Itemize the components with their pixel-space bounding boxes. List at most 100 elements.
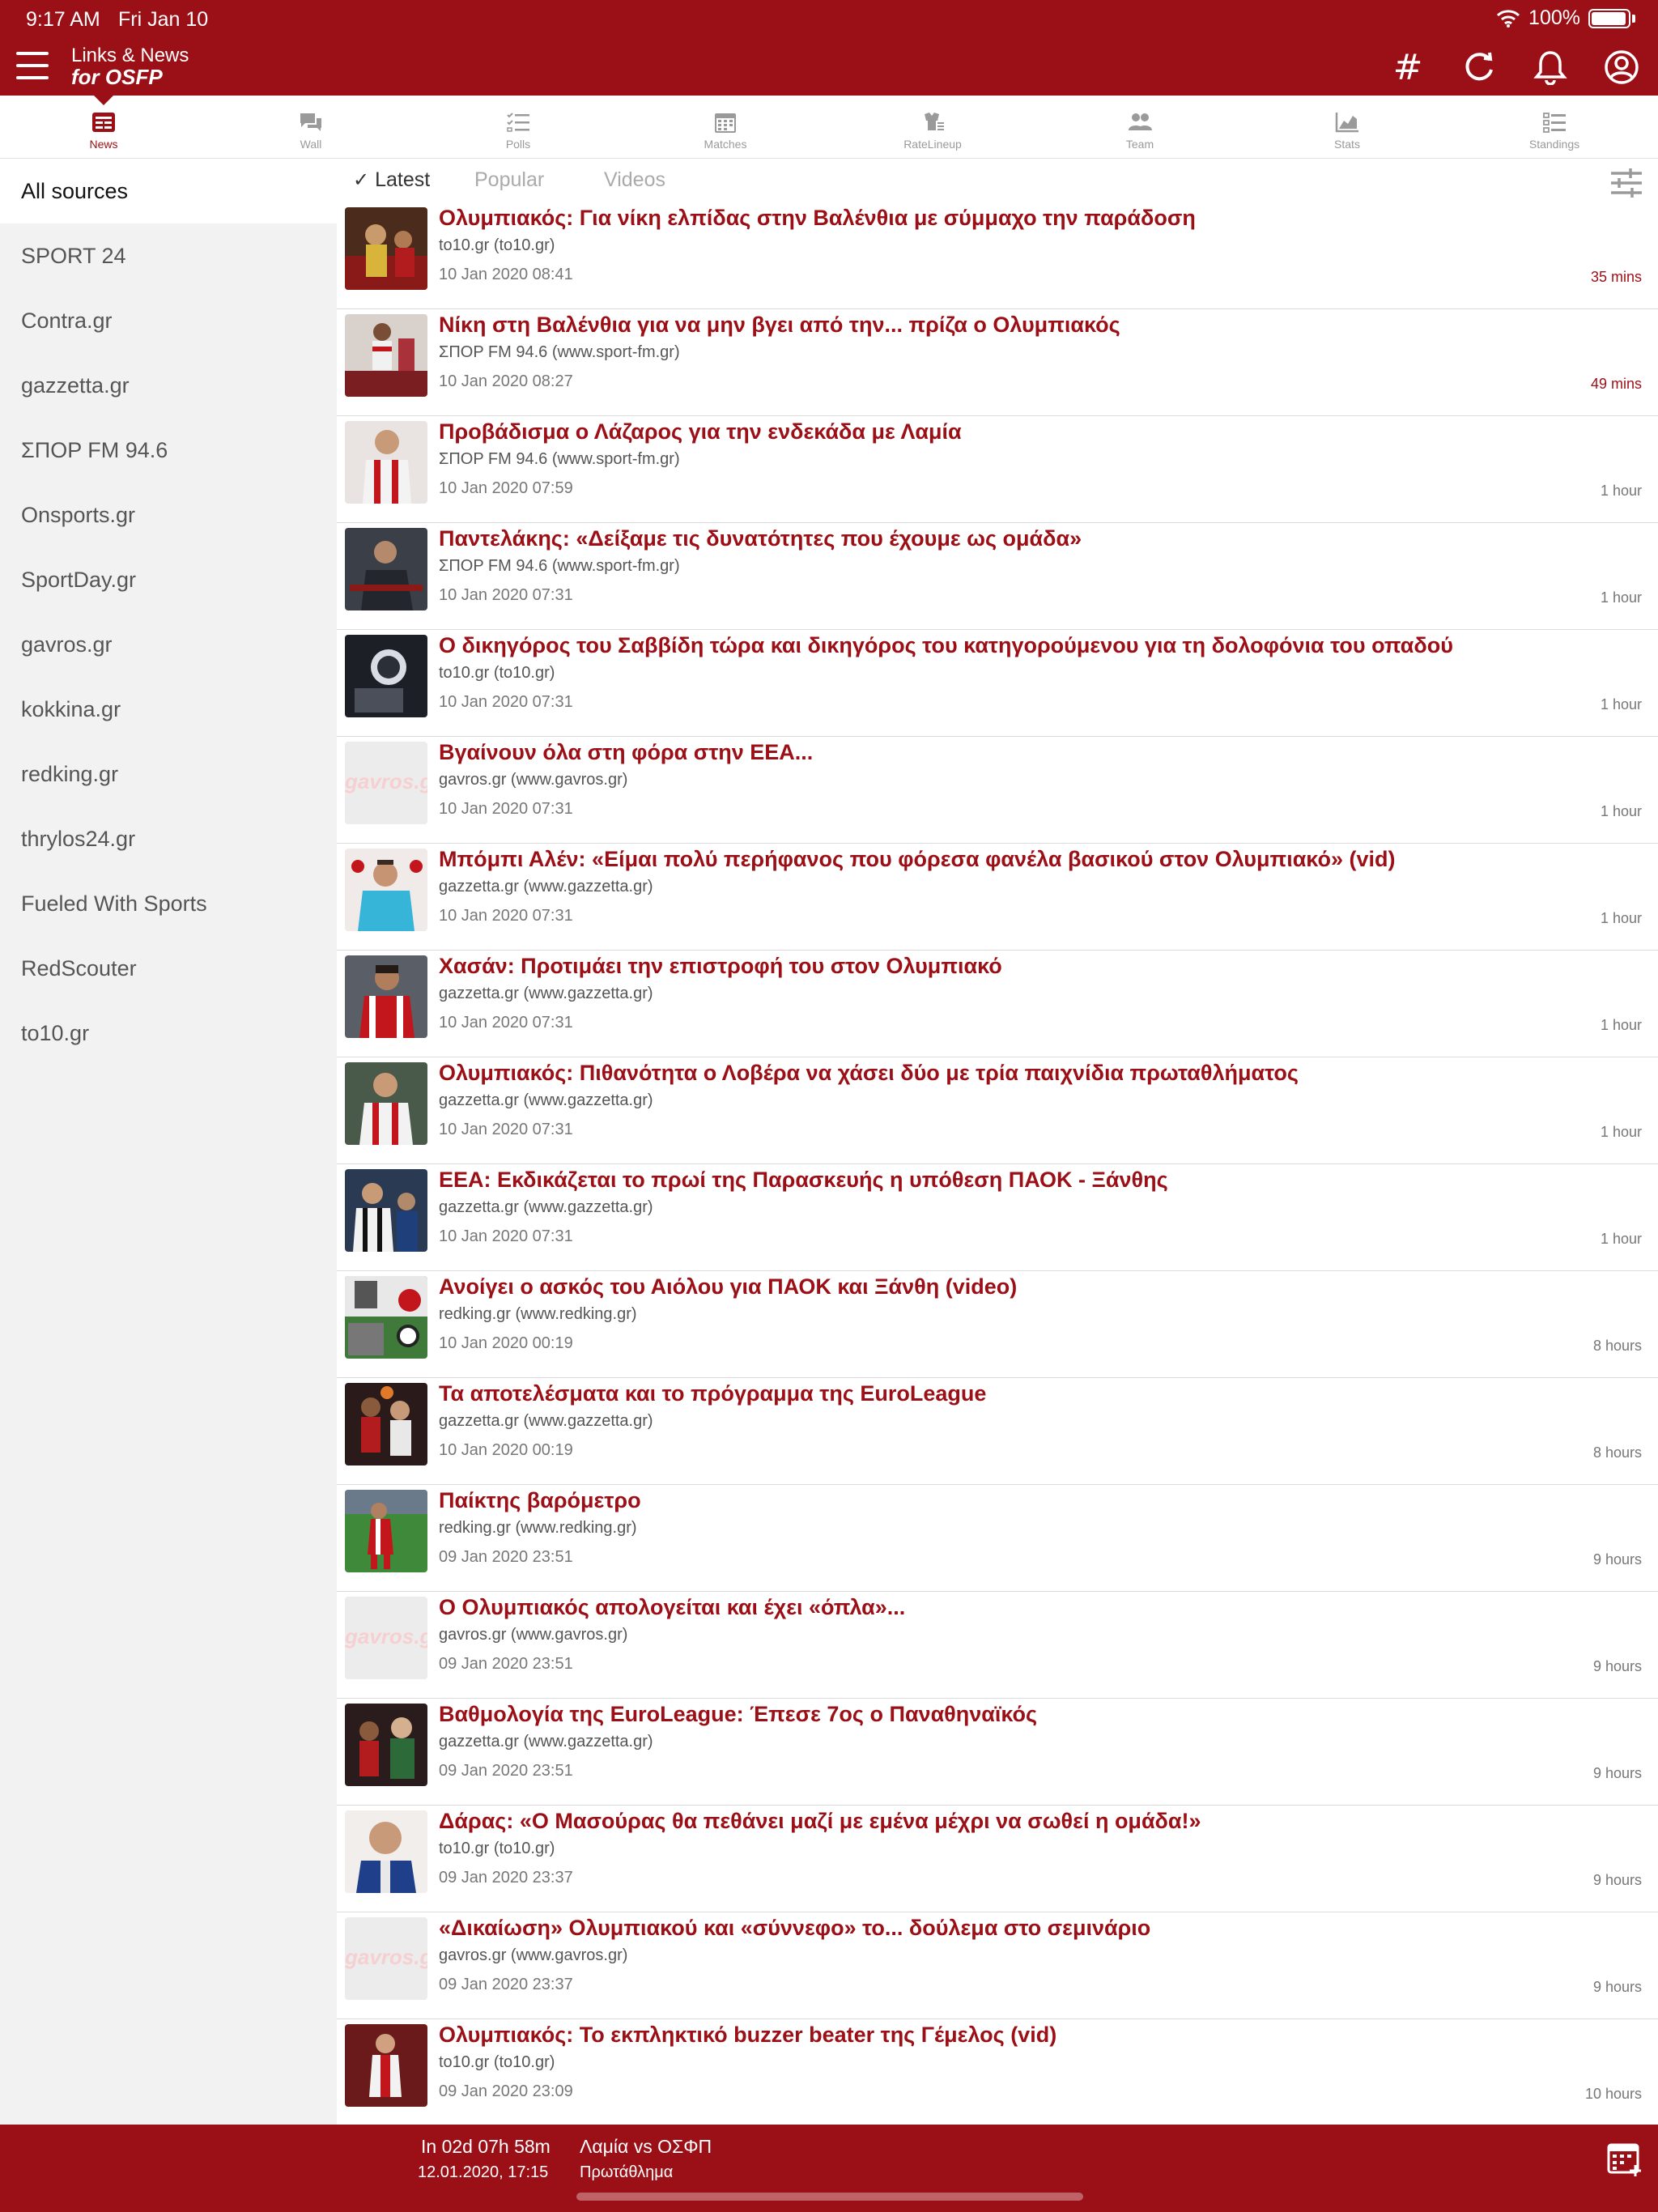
notifications-button[interactable] <box>1530 47 1571 87</box>
next-match-competition: Πρωτάθλημα <box>580 2163 674 2181</box>
source-item[interactable]: thrylos24.gr <box>0 806 337 871</box>
news-source: ΣΠΟΡ FM 94.6 (www.sport-fm.gr) <box>439 557 680 575</box>
news-source: gazzetta.gr (www.gazzetta.gr) <box>439 878 653 895</box>
news-source: gavros.gr (www.gavros.gr) <box>439 771 628 789</box>
source-item[interactable]: RedScouter <box>0 936 337 1001</box>
tab-label: RateLineup <box>903 138 962 151</box>
news-item[interactable]: Ολυμπιακός: Για νίκη ελπίδας στην Βαλένθ… <box>337 202 1658 309</box>
status-time: 9:17 AM <box>26 8 100 31</box>
tab-ratelineup[interactable]: RateLineup <box>829 96 1036 158</box>
news-item[interactable]: Ανοίγει ο ασκός του Αιόλου για ΠΑΟΚ και … <box>337 1271 1658 1378</box>
news-age: 8 hours <box>1592 1444 1642 1461</box>
news-item[interactable]: Βαθμολογία της EuroLeague: Έπεσε 7ος ο Π… <box>337 1699 1658 1806</box>
source-item[interactable]: gazzetta.gr <box>0 353 337 418</box>
news-date: 10 Jan 2020 08:27 <box>439 372 573 390</box>
home-indicator <box>576 2193 1083 2201</box>
news-age: 9 hours <box>1592 1765 1642 1781</box>
profile-button[interactable] <box>1601 47 1642 87</box>
news-item[interactable]: Μπόμπι Αλέν: «Είμαι πολύ περήφανος που φ… <box>337 844 1658 951</box>
news-item[interactable]: Χασάν: Προτιμάει την επιστροφή του στον … <box>337 951 1658 1057</box>
news-item[interactable]: gavros.gr Βγαίνουν όλα στη φόρα στην ΕΕΑ… <box>337 737 1658 844</box>
news-item[interactable]: Νίκη στη Βαλένθια για να μην βγει από τη… <box>337 309 1658 416</box>
news-thumbnail <box>345 1810 427 1893</box>
menu-button[interactable] <box>16 52 49 79</box>
source-item[interactable]: kokkina.gr <box>0 677 337 742</box>
filter-popular[interactable]: Popular <box>474 168 544 192</box>
news-title: Νίκη στη Βαλένθια για να μην βγει από τη… <box>439 313 1120 337</box>
refresh-button[interactable] <box>1459 47 1499 87</box>
source-item[interactable]: SportDay.gr <box>0 547 337 612</box>
tab-matches[interactable]: Matches <box>622 96 829 158</box>
news-item[interactable]: Ολυμπιακός: Πιθανότητα ο Λοβέρα να χάσει… <box>337 1057 1658 1164</box>
standings-icon <box>1541 110 1568 134</box>
news-thumbnail <box>345 849 427 931</box>
tab-label: Polls <box>505 138 531 151</box>
news-thumbnail <box>345 528 427 610</box>
news-age: 1 hour <box>1600 696 1642 713</box>
source-item[interactable]: to10.gr <box>0 1001 337 1066</box>
filter-latest[interactable]: ✓ Latest <box>353 168 430 192</box>
news-date: 09 Jan 2020 23:51 <box>439 1548 573 1566</box>
source-item[interactable]: Contra.gr <box>0 288 337 353</box>
tab-label: Team <box>1125 138 1154 151</box>
source-item[interactable]: Fueled With Sports <box>0 871 337 936</box>
news-age: 9 hours <box>1592 1551 1642 1568</box>
news-thumbnail <box>345 421 427 504</box>
news-date: 10 Jan 2020 00:19 <box>439 1334 573 1352</box>
hashtag-icon: # <box>1392 46 1423 88</box>
news-icon <box>90 110 117 134</box>
news-item[interactable]: Δάρας: «Ο Μασούρας θα πεθάνει μαζί με εμ… <box>337 1806 1658 1912</box>
news-thumbnail <box>345 1490 427 1572</box>
news-item[interactable]: Προβάδισμα ο Λάζαρος για την ενδεκάδα με… <box>337 416 1658 523</box>
tab-polls[interactable]: Polls <box>414 96 622 158</box>
news-title: Μπόμπι Αλέν: «Είμαι πολύ περήφανος που φ… <box>439 847 1396 871</box>
source-item[interactable]: gavros.gr <box>0 612 337 677</box>
news-source: to10.gr (to10.gr) <box>439 236 555 254</box>
news-thumbnail <box>345 1383 427 1465</box>
tab-stats[interactable]: Stats <box>1244 96 1451 158</box>
news-thumbnail <box>345 1276 427 1359</box>
news-thumbnail <box>345 207 427 290</box>
news-item[interactable]: Παίκτης βαρόμετρο redking.gr (www.redkin… <box>337 1485 1658 1592</box>
news-date: 09 Jan 2020 23:37 <box>439 1976 573 1993</box>
news-title: Ο Ολυμπιακός απολογείται και έχει «όπλα»… <box>439 1595 906 1619</box>
news-title: Παντελάκης: «Δείξαμε τις δυνατότητες που… <box>439 526 1082 551</box>
add-to-calendar-button[interactable] <box>1606 2141 1643 2178</box>
news-item[interactable]: Ολυμπιακός: Το εκπληκτικό buzzer beater … <box>337 2019 1658 2126</box>
news-title: Ανοίγει ο ασκός του Αιόλου για ΠΑΟΚ και … <box>439 1274 1018 1299</box>
news-title: Βγαίνουν όλα στη φόρα στην ΕΕΑ... <box>439 740 814 764</box>
filter-videos[interactable]: Videos <box>604 168 665 192</box>
source-item[interactable]: redking.gr <box>0 742 337 806</box>
news-age: 1 hour <box>1600 1124 1642 1140</box>
tab-team[interactable]: Team <box>1036 96 1244 158</box>
news-title: Ο δικηγόρος του Σαββίδη τώρα και δικηγόρ… <box>439 633 1453 657</box>
news-item[interactable]: ΕΕΑ: Εκδικάζεται το πρωί της Παρασκευής … <box>337 1164 1658 1271</box>
news-age: 49 mins <box>1590 376 1642 392</box>
source-item[interactable]: Onsports.gr <box>0 483 337 547</box>
news-title: Ολυμπιακός: Το εκπληκτικό buzzer beater … <box>439 2023 1057 2047</box>
news-item[interactable]: gavros.gr Ο Ολυμπιακός απολογείται και έ… <box>337 1592 1658 1699</box>
news-item[interactable]: Τα αποτελέσματα και το πρόγραμμα της Eur… <box>337 1378 1658 1485</box>
polls-icon <box>504 110 532 134</box>
news-age: 1 hour <box>1600 483 1642 499</box>
news-age: 1 hour <box>1600 803 1642 819</box>
refresh-icon <box>1465 52 1493 81</box>
news-age: 1 hour <box>1600 589 1642 606</box>
tab-wall[interactable]: Wall <box>207 96 414 158</box>
source-item[interactable]: ΣΠΟΡ FM 94.6 <box>0 418 337 483</box>
news-item[interactable]: gavros.gr «Δικαίωση» Ολυμπιακού και «σύν… <box>337 1912 1658 2019</box>
source-item-all[interactable]: All sources <box>0 159 337 223</box>
header-actions: # <box>1388 46 1642 88</box>
news-date: 10 Jan 2020 07:31 <box>439 1227 573 1245</box>
news-age: 1 hour <box>1600 1017 1642 1033</box>
source-item[interactable]: SPORT 24 <box>0 223 337 288</box>
tab-news[interactable]: News <box>0 96 207 158</box>
chat-icon <box>297 110 325 134</box>
watermark-logo: gavros.gr <box>345 1624 427 1648</box>
filter-settings-button[interactable] <box>1609 167 1643 199</box>
next-match-bar[interactable]: In 02d 07h 58m 12.01.2020, 17:15 Λαμία v… <box>0 2125 1658 2212</box>
news-item[interactable]: Παντελάκης: «Δείξαμε τις δυνατότητες που… <box>337 523 1658 630</box>
news-item[interactable]: Ο δικηγόρος του Σαββίδη τώρα και δικηγόρ… <box>337 630 1658 737</box>
tab-standings[interactable]: Standings <box>1451 96 1658 158</box>
hashtag-button[interactable]: # <box>1388 46 1428 88</box>
